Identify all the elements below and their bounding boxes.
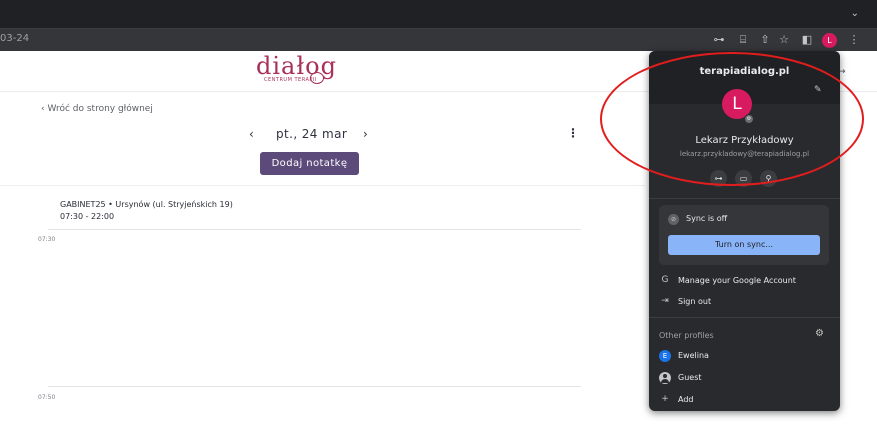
sync-card: ⊘ Sync is off Turn on sync... (659, 205, 829, 265)
profile-avatar-button[interactable]: L (822, 33, 837, 48)
ewelina-avatar: E (659, 350, 671, 362)
add-profile-item[interactable]: + Add (649, 390, 840, 410)
edit-pencil-icon[interactable]: ✎ (814, 85, 822, 95)
divider (649, 198, 840, 199)
addresses-pin-icon[interactable]: ⚲ (760, 170, 777, 187)
address-bar-text[interactable]: 03-24 (0, 33, 29, 44)
current-date: pt., 24 mar (276, 127, 348, 141)
browser-toolbar: 03-24 ⊶ ⌸ ⇧ ☆ ◧ L ⋮ (0, 28, 877, 51)
profile-menu-popup: terapiadialog.pl ✎ L ⚙ Lekarz Przykładow… (649, 51, 840, 411)
sync-off-icon: ⊘ (668, 214, 679, 225)
passwords-key-icon[interactable]: ⊶ (710, 170, 727, 187)
office-hours: 07:30 - 22:00 (60, 212, 115, 221)
guest-avatar-icon (659, 372, 671, 384)
divider (649, 317, 840, 318)
next-day-icon[interactable]: › (363, 127, 368, 141)
site-logo[interactable]: diałog CENTRUM TERAPII (256, 52, 337, 84)
profile-user-email: lekarz.przykladowy@terapiadialog.pl (679, 150, 810, 158)
timeline-gridline (48, 386, 581, 387)
manage-google-account-item[interactable]: G Manage your Google Account (649, 271, 840, 291)
google-g-icon: G (661, 275, 669, 285)
logo-wordmark: diałog (256, 52, 337, 80)
divider (0, 185, 645, 186)
time-slot-label: 07:30 (38, 236, 56, 243)
turn-on-sync-button[interactable]: Turn on sync... (668, 235, 820, 255)
add-note-button[interactable]: Dodaj notatkę (260, 152, 359, 175)
profile-item-guest[interactable]: Guest (649, 368, 840, 388)
sign-out-icon: ⇥ (661, 296, 669, 306)
translate-icon[interactable]: ⌸ (735, 32, 751, 48)
password-key-icon[interactable]: ⊶ (711, 32, 727, 48)
menu-item-label: Manage your Google Account (678, 276, 796, 285)
tab-search-chevron-icon[interactable]: ⌄ (851, 8, 859, 19)
payment-card-icon[interactable]: ▭ (735, 170, 752, 187)
share-icon[interactable]: ⇧ (757, 32, 773, 48)
sync-status: Sync is off (686, 214, 728, 223)
side-panel-icon[interactable]: ◧ (799, 32, 815, 48)
sign-out-item[interactable]: ⇥ Sign out (649, 292, 840, 312)
time-slot-label: 07:50 (38, 394, 56, 401)
menu-item-label: Guest (678, 373, 702, 382)
profile-user-name: Lekarz Przykładowy (695, 135, 794, 146)
menu-item-label: Add (678, 395, 694, 404)
logo-ring-icon (310, 72, 324, 84)
profile-domain: terapiadialog.pl (699, 66, 790, 77)
menu-item-label: Sign out (678, 297, 712, 306)
bookmark-star-icon[interactable]: ☆ (776, 32, 792, 48)
menu-item-label: Ewelina (678, 351, 709, 360)
timeline-gridline (48, 229, 581, 230)
managed-badge-icon: ⚙ (744, 114, 754, 124)
manage-profiles-gear-icon[interactable]: ⚙ (815, 328, 824, 339)
previous-day-icon[interactable]: ‹ (249, 127, 254, 141)
more-options-icon[interactable]: ⋮ (567, 126, 579, 140)
other-profiles-heading: Other profiles (659, 331, 714, 340)
browser-tabstrip: ⌄ (0, 0, 877, 28)
back-to-home-link[interactable]: ‹ Wróć do strony głównej (41, 104, 153, 114)
profile-item-ewelina[interactable]: E Ewelina (649, 346, 840, 366)
office-location: GABINET25 • Ursynów (ul. Stryjeńskich 19… (60, 200, 233, 209)
add-plus-icon: + (661, 394, 669, 404)
logo-subtitle: CENTRUM TERAPII (264, 77, 317, 83)
browser-menu-icon[interactable]: ⋮ (846, 32, 862, 48)
